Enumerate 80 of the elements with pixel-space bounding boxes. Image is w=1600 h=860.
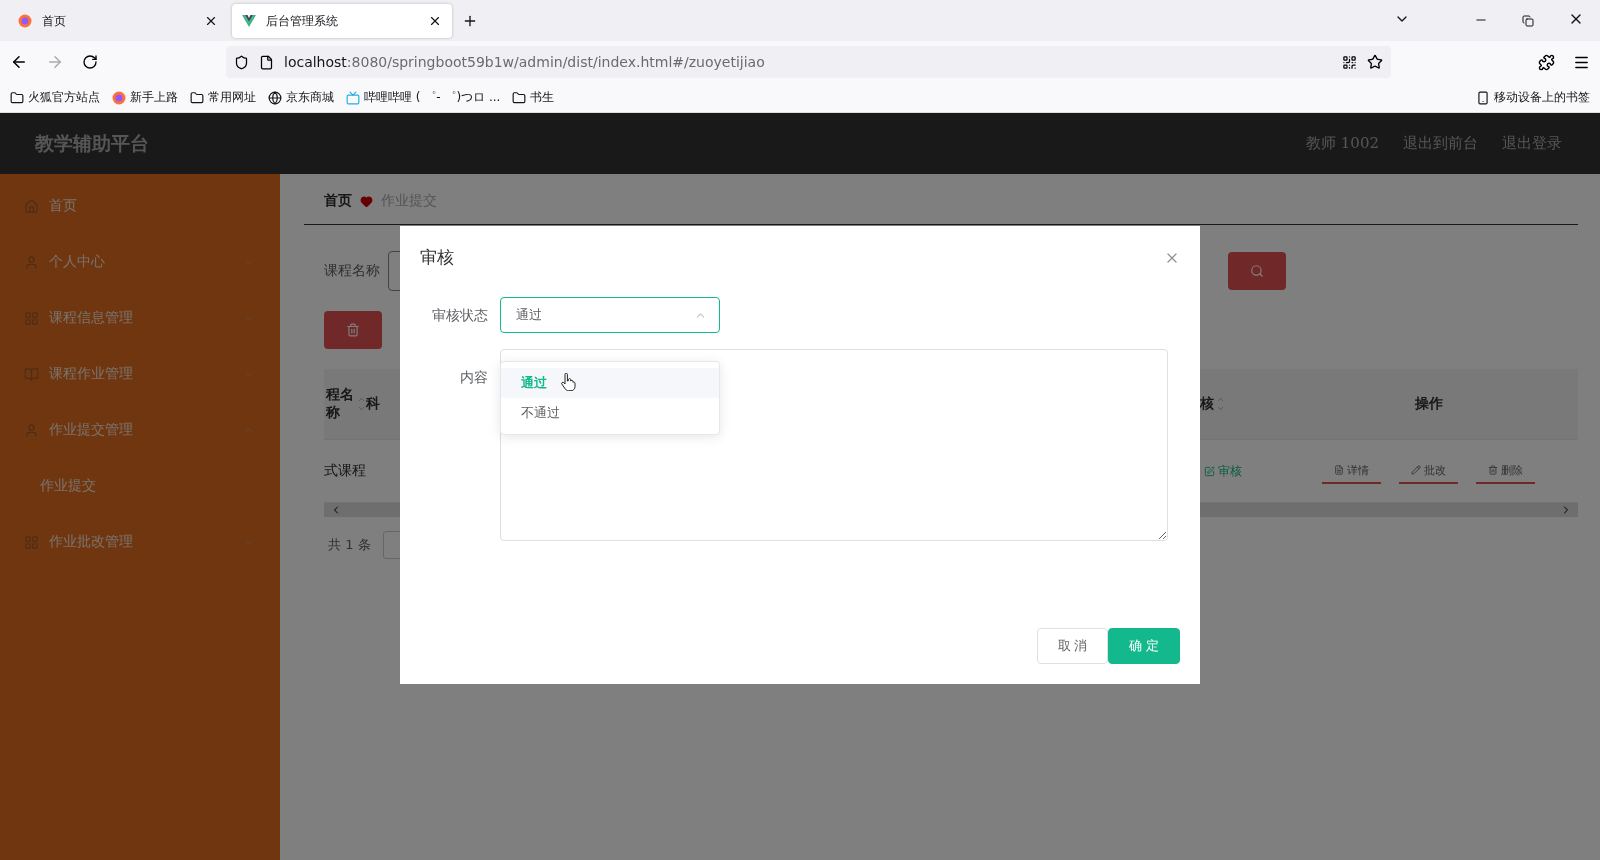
user-icon: [24, 254, 39, 270]
search-icon: [1250, 264, 1264, 278]
sidebar-item[interactable]: 首页: [0, 178, 280, 234]
shield-icon: [234, 54, 249, 70]
browser-logo-icon: [112, 90, 126, 105]
edit-icon: [1204, 465, 1215, 477]
tab-title: 后台管理系统: [266, 12, 339, 30]
bookmark[interactable]: 新手上路: [112, 89, 178, 106]
url-host: localhost: [284, 54, 347, 70]
dropdown-option[interactable]: 不通过: [501, 398, 719, 428]
restore-icon[interactable]: [1522, 15, 1534, 27]
phone-icon: [1476, 90, 1490, 105]
tv-icon: [346, 90, 360, 105]
folder-icon: [190, 90, 204, 105]
header-link[interactable]: 退出到前台: [1403, 134, 1478, 153]
breadcrumb-home[interactable]: 首页: [324, 192, 352, 210]
browser-tab[interactable]: 首页: [8, 4, 228, 38]
heart-icon: [360, 194, 373, 208]
header-link[interactable]: 退出登录: [1502, 134, 1562, 153]
app-title: 教学辅助平台: [35, 130, 150, 156]
v-logo-icon: [242, 15, 256, 27]
column-header: 程名称: [324, 369, 366, 440]
folder-icon: [512, 90, 527, 105]
action-button[interactable]: 删除: [1475, 458, 1535, 484]
sidebar-item[interactable]: 个人中心: [0, 234, 280, 290]
home-icon: [24, 198, 39, 214]
star-icon[interactable]: [1367, 54, 1383, 70]
action-button[interactable]: 批改: [1398, 458, 1458, 484]
browser-logo-icon: [18, 14, 32, 28]
address-bar[interactable]: localhost:8080/springboot59b1w/admin/dist/index.html#/zuoyetijiao: [226, 46, 1391, 78]
close-icon[interactable]: [428, 14, 442, 28]
globe-icon: [268, 90, 282, 105]
total-count: 共 1 条: [328, 536, 371, 554]
field-label: 审核状态: [431, 306, 488, 325]
status-select[interactable]: 通过: [500, 297, 720, 333]
sort-icon: [1216, 395, 1225, 413]
column-header: 核: [1198, 369, 1278, 440]
dialog-title: 审核: [420, 246, 454, 269]
cancel-button[interactable]: 取 消: [1036, 628, 1109, 664]
trash-icon: [1487, 465, 1498, 475]
bookmark[interactable]: 京东商城: [268, 89, 334, 106]
header-link[interactable]: 教师 1002: [1306, 134, 1379, 153]
bookmark[interactable]: 火狐官方站点: [10, 89, 100, 106]
reload-icon[interactable]: [82, 54, 98, 70]
url-path: :8080/springboot59b1w/admin/dist/index.html#/zuoyetijiao: [346, 54, 765, 70]
action-button[interactable]: 详情: [1321, 458, 1381, 484]
bookmark[interactable]: 移动设备上的书签: [1476, 89, 1590, 106]
back-icon[interactable]: [10, 53, 28, 71]
folder-icon: [10, 90, 24, 105]
sort-icon: [357, 395, 366, 413]
grid-icon: [24, 534, 39, 550]
user-icon: [24, 422, 39, 438]
bookmark[interactable]: 书生: [512, 89, 555, 106]
browser-tab[interactable]: 后台管理系统: [232, 4, 452, 38]
close-icon[interactable]: [204, 14, 218, 28]
dropdown-option[interactable]: 通过: [501, 368, 719, 398]
confirm-button[interactable]: 确 定: [1108, 628, 1180, 664]
pointer-cursor-icon: [560, 373, 576, 391]
book-icon: [24, 366, 39, 382]
sidebar-item[interactable]: 作业批改管理: [0, 514, 280, 570]
search-label: 课程名称: [324, 262, 380, 280]
extensions-icon[interactable]: [1538, 53, 1555, 71]
sidebar-item[interactable]: 作业提交管理: [0, 402, 280, 458]
trash-icon: [346, 323, 360, 337]
bookmark[interactable]: 常用网址: [190, 89, 256, 106]
bookmark[interactable]: 哔哩哔哩 ( ゜- ゜)つロ ...: [346, 89, 501, 106]
column-header: 科: [366, 369, 380, 440]
field-label: 内容: [459, 368, 488, 387]
qr-code-icon[interactable]: [1342, 54, 1357, 70]
sidebar-item[interactable]: 课程信息管理: [0, 290, 280, 346]
grid-icon: [24, 310, 39, 326]
pencil-icon: [1410, 465, 1421, 475]
sidebar-item[interactable]: 课程作业管理: [0, 346, 280, 402]
document-icon: [1333, 465, 1344, 475]
new-tab-icon[interactable]: [462, 13, 478, 29]
tab-title: 首页: [42, 12, 67, 30]
review-link[interactable]: 审核: [1204, 462, 1242, 480]
sidebar-subitem[interactable]: 作业提交: [0, 458, 280, 514]
page-icon: [259, 54, 274, 70]
column-header: 操作: [1278, 369, 1578, 440]
